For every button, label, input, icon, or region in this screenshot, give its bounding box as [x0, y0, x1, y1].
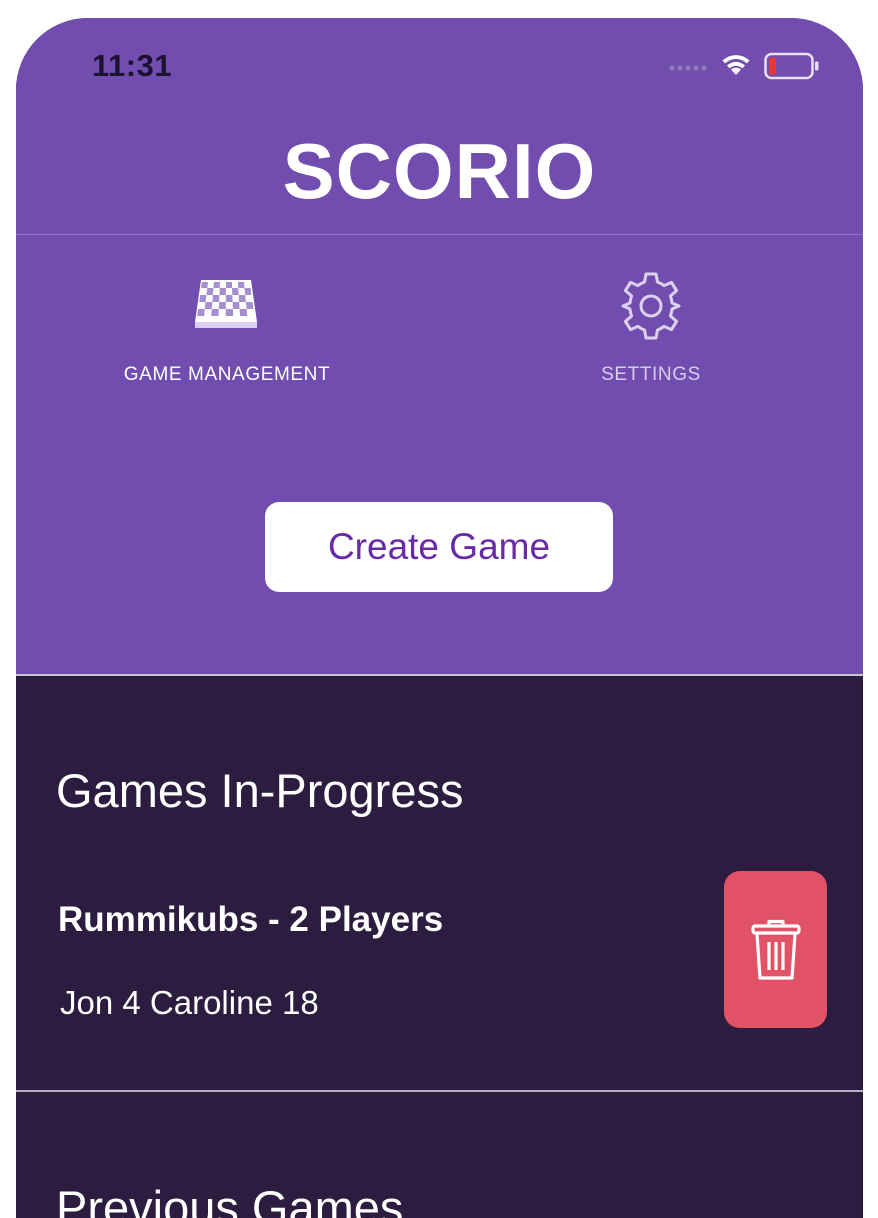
previous-games-heading: Previous Games [56, 1181, 404, 1218]
gear-icon [621, 272, 681, 340]
header-panel: 11:31 SCORIO GAME MANAGEMENT SETTINGS Cr… [16, 18, 863, 674]
tab-settings[interactable]: SETTINGS [501, 268, 801, 398]
in-progress-heading: Games In-Progress [56, 764, 464, 817]
divider [16, 674, 863, 676]
checkerboard-icon [195, 280, 257, 328]
divider [16, 234, 863, 235]
status-time: 11:31 [92, 48, 173, 83]
game-title: Rummikubs - 2 Players [58, 900, 444, 939]
battery-low-icon [764, 52, 819, 80]
status-bar: 11:31 [16, 18, 863, 108]
tab-label-settings: SETTINGS [601, 364, 701, 385]
tab-label-game-management: GAME MANAGEMENT [123, 364, 331, 385]
delete-game-button[interactable] [724, 871, 827, 1028]
trash-icon [750, 919, 801, 980]
game-list-item[interactable]: Rummikubs - 2 Players Jon 4 Caroline 18 [16, 868, 863, 1088]
game-scores: Jon 4 Caroline 18 [60, 984, 319, 1021]
divider [16, 1090, 863, 1092]
create-game-button[interactable]: Create Game [265, 502, 613, 592]
app-title: SCORIO [282, 127, 597, 215]
app-screen: 11:31 SCORIO GAME MANAGEMENT SETTINGS Cr… [16, 18, 863, 1218]
signal-dots-icon [669, 65, 707, 71]
wifi-icon [722, 55, 750, 75]
tab-game-management[interactable]: GAME MANAGEMENT [77, 268, 377, 398]
